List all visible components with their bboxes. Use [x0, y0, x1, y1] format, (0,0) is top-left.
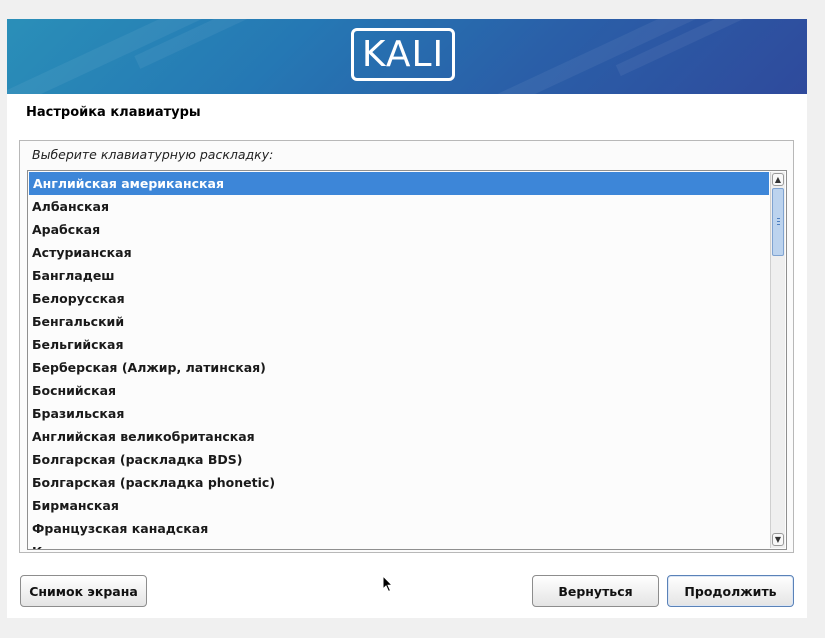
layout-item[interactable]: Белорусская — [28, 287, 769, 310]
scroll-thumb[interactable] — [772, 188, 784, 256]
layout-item[interactable]: Албанская — [28, 195, 769, 218]
layout-item[interactable]: Бангладеш — [28, 264, 769, 287]
layout-item[interactable]: Канадская многоязычная — [28, 540, 769, 549]
layout-item-selected[interactable]: Английская американская — [29, 172, 769, 195]
layout-item[interactable]: Бельгийская — [28, 333, 769, 356]
layout-prompt: Выберите клавиатурную раскладку: — [32, 147, 274, 162]
layout-item[interactable]: Бирманская — [28, 494, 769, 517]
layout-item[interactable]: Боснийская — [28, 379, 769, 402]
kali-banner: KALI — [7, 19, 807, 94]
layout-item[interactable]: Французская канадская — [28, 517, 769, 540]
logo-text: KALI — [361, 33, 445, 75]
layout-item[interactable]: Арабская — [28, 218, 769, 241]
list-scrollbar[interactable]: ▲ ▼ — [770, 172, 785, 548]
layout-item[interactable]: Астурианская — [28, 241, 769, 264]
layout-item[interactable]: Бразильская — [28, 402, 769, 425]
layout-item[interactable]: Берберская (Алжир, латинская) — [28, 356, 769, 379]
scroll-down-icon[interactable]: ▼ — [772, 533, 784, 546]
keyboard-layout-list[interactable]: Английская американская Албанская Арабская… — [27, 170, 787, 550]
page-title: Настройка клавиатуры — [26, 105, 201, 120]
scroll-up-icon[interactable]: ▲ — [772, 173, 784, 186]
continue-button[interactable]: Продолжить — [667, 575, 794, 607]
layout-items: Английская американская Албанская Арабская… — [28, 172, 769, 549]
mouse-pointer-icon — [382, 575, 394, 593]
layout-item[interactable]: Болгарская (раскладка phonetic) — [28, 471, 769, 494]
layout-item[interactable]: Болгарская (раскладка BDS) — [28, 448, 769, 471]
kali-logo: KALI — [351, 28, 455, 81]
layout-item[interactable]: Бенгальский — [28, 310, 769, 333]
back-button[interactable]: Вернуться — [532, 575, 659, 607]
layout-item[interactable]: Английская великобританская — [28, 425, 769, 448]
screenshot-button[interactable]: Снимок экрана — [20, 575, 147, 607]
